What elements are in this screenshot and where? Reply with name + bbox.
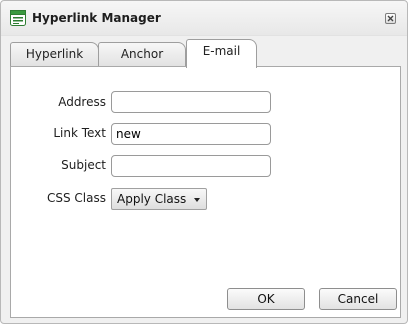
tab-hyperlink[interactable]: Hyperlink bbox=[10, 42, 99, 67]
cancel-button[interactable]: Cancel bbox=[319, 288, 397, 310]
close-icon[interactable] bbox=[385, 13, 396, 24]
subject-field[interactable] bbox=[111, 155, 271, 177]
hyperlink-manager-dialog: Hyperlink Manager Hyperlink Anchor E-mai… bbox=[0, 0, 408, 324]
link-text-label: Link Text bbox=[53, 126, 106, 140]
title-bar: Hyperlink Manager bbox=[1, 1, 407, 36]
window-title: Hyperlink Manager bbox=[32, 11, 161, 25]
subject-label: Subject bbox=[61, 158, 106, 172]
ok-button[interactable]: OK bbox=[227, 288, 305, 310]
tab-anchor[interactable]: Anchor bbox=[98, 42, 186, 67]
tab-strip: Hyperlink Anchor E-mail bbox=[10, 39, 400, 68]
address-label: Address bbox=[58, 95, 106, 109]
email-tab-panel: Address Link Text Subject CSS Class Appl… bbox=[10, 66, 401, 318]
chevron-down-icon bbox=[194, 198, 200, 202]
css-class-select[interactable]: Apply Class bbox=[111, 188, 207, 210]
hyperlink-manager-icon bbox=[10, 10, 26, 26]
css-class-label: CSS Class bbox=[47, 191, 106, 205]
tab-email[interactable]: E-mail bbox=[186, 39, 257, 68]
css-class-selected-value: Apply Class bbox=[117, 192, 187, 206]
link-text-field[interactable] bbox=[111, 123, 271, 145]
address-field[interactable] bbox=[111, 91, 271, 113]
